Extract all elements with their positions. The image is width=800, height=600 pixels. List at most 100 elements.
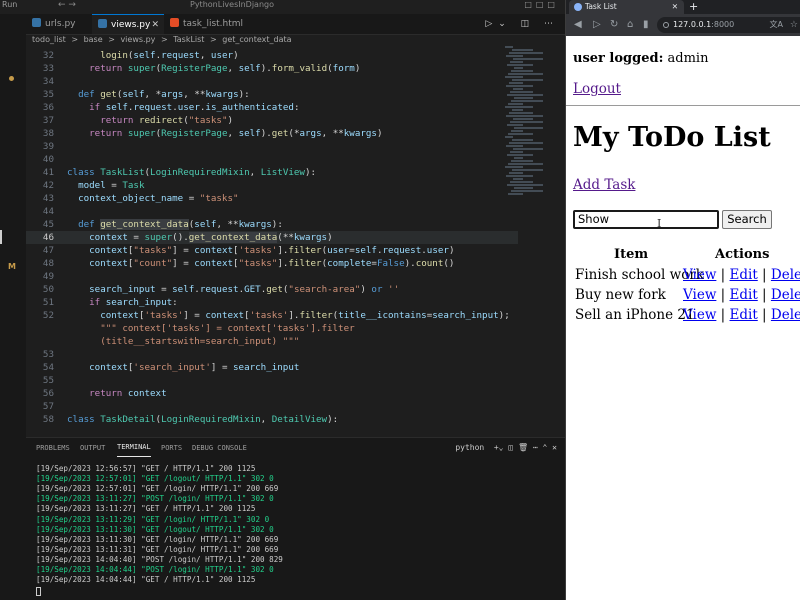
code-line[interactable]: 50 search_input = self.request.GET.get("… — [26, 283, 518, 296]
browser-navbar: ◀ ▷ ↻ ⌂ ▮ 127.0.0.1:8000 文A ☆ — [566, 14, 800, 36]
close-tab-icon[interactable]: ✕ — [151, 15, 159, 35]
address-bar[interactable]: 127.0.0.1:8000 文A ☆ — [657, 17, 800, 33]
line-number: 33 — [42, 63, 54, 74]
code-line[interactable]: 39 — [26, 140, 518, 153]
site-info-icon[interactable] — [663, 22, 669, 28]
terminal-actions: python +⌄ ◫ 🗑 ⋯ ⌃ ✕ — [455, 438, 557, 458]
tab-terminal[interactable]: TERMINAL — [117, 438, 151, 457]
tab-urls-py[interactable]: urls.py — [26, 14, 92, 34]
view-link[interactable]: View — [683, 267, 716, 283]
minimap-line — [514, 187, 533, 189]
minimap-line — [513, 88, 523, 90]
task-actions: View | Edit | Delete — [683, 307, 800, 323]
star-icon[interactable]: ☆ — [790, 17, 798, 33]
minimap-line — [508, 103, 523, 105]
breadcrumb-item[interactable]: get_context_data — [222, 35, 291, 44]
add-task-link[interactable]: Add Task — [573, 177, 635, 193]
line-number: 41 — [42, 167, 54, 178]
tab-debug-console[interactable]: DEBUG CONSOLE — [192, 438, 247, 458]
code-line[interactable]: 43 context_object_name = "tasks" — [26, 192, 518, 205]
activity-bar: M — [0, 14, 26, 600]
code-line[interactable]: 57 — [26, 400, 518, 413]
minimap-line — [512, 109, 523, 111]
breadcrumb-item[interactable]: base — [84, 35, 103, 44]
delete-link[interactable]: Delete — [771, 267, 800, 283]
editor-actions-icons[interactable]: ▷⌄ ◫ ⋯ — [485, 14, 559, 34]
code-line[interactable]: 52 context['tasks'] = context['tasks'].f… — [26, 309, 518, 322]
code-line[interactable]: 42 model = Task — [26, 179, 518, 192]
edit-link[interactable]: Edit — [730, 307, 758, 323]
code-line[interactable]: 44 — [26, 205, 518, 218]
code-text: return context — [89, 388, 167, 399]
new-tab-button[interactable]: + — [689, 0, 698, 14]
code-line[interactable]: 36 if self.request.user.is_authenticated… — [26, 101, 518, 114]
breadcrumb-item[interactable]: TaskList — [173, 35, 204, 44]
tab-ports[interactable]: PORTS — [161, 438, 182, 458]
code-line[interactable]: 41 class TaskList(LoginRequiredMixin, Lis… — [26, 166, 518, 179]
breadcrumb-item[interactable]: views.py — [120, 35, 155, 44]
code-line[interactable]: 40 — [26, 153, 518, 166]
view-link[interactable]: View — [683, 307, 716, 323]
tab-views-py[interactable]: views.py ✕ — [92, 14, 164, 34]
back-icon[interactable]: ◀ — [574, 14, 582, 36]
task-actions: View | Edit | Delete — [683, 287, 800, 303]
tab-task-list-html[interactable]: task_list.html — [164, 14, 254, 34]
code-line[interactable]: 48 context["count"] = context["tasks"].f… — [26, 257, 518, 270]
code-line[interactable]: 53 — [26, 348, 518, 361]
task-title: Buy new fork — [575, 287, 666, 303]
forward-icon[interactable]: ▷ — [593, 14, 601, 36]
code-line[interactable]: 37 return redirect("tasks") — [26, 114, 518, 127]
minimap-line — [511, 190, 543, 192]
view-link[interactable]: View — [683, 287, 716, 303]
run-menu[interactable]: Run — [2, 0, 17, 9]
terminal-controls-icons[interactable]: +⌄ ◫ 🗑 ⋯ ⌃ ✕ — [489, 443, 557, 452]
code-line[interactable]: 38 return super(RegisterPage, self).get(… — [26, 127, 518, 140]
code-line[interactable]: 35 def get(self, *args, **kwargs): — [26, 88, 518, 101]
code-text: model = Task — [78, 180, 145, 191]
tab-problems[interactable]: PROBLEMS — [36, 438, 70, 458]
breadcrumb-separator: > — [71, 35, 79, 44]
code-line[interactable]: 34 — [26, 75, 518, 88]
minimap-line — [511, 160, 533, 162]
nav-arrows-icon[interactable]: ← → — [58, 0, 76, 10]
search-button[interactable]: Search — [722, 210, 772, 229]
code-line[interactable]: 47 context["tasks"] = context['tasks'].f… — [26, 244, 518, 257]
delete-link[interactable]: Delete — [771, 307, 800, 323]
code-line[interactable]: 32 login(self.request, user) — [26, 49, 518, 62]
window-layout-icons[interactable]: □□□ — [524, 0, 559, 9]
vscode-titlebar: Run ← → PythonLivesInDjango □□□ — [0, 0, 565, 14]
code-line[interactable]: 33 return super(RegisterPage, self).form… — [26, 62, 518, 75]
code-line[interactable]: 51 if search_input: — [26, 296, 518, 309]
tab-output[interactable]: OUTPUT — [80, 438, 105, 458]
minimap[interactable] — [505, 46, 553, 196]
editor-scrollbar[interactable] — [555, 46, 563, 437]
code-line[interactable]: 46 context = super().get_context_data(**… — [26, 231, 518, 244]
bookmark-icon[interactable]: ▮ — [643, 14, 649, 36]
code-line[interactable]: 55 — [26, 374, 518, 387]
reload-icon[interactable]: ↻ — [610, 14, 618, 36]
breadcrumb-item[interactable]: todo_list — [32, 35, 66, 44]
terminal-shell-label[interactable]: python — [455, 443, 484, 452]
logout-link[interactable]: Logout — [573, 81, 621, 97]
code-line[interactable]: 56 return context — [26, 387, 518, 400]
edit-link[interactable]: Edit — [730, 267, 758, 283]
terminal-line: [19/Sep/2023 14:04:44] "POST /login/ HTT… — [36, 565, 274, 574]
code-line[interactable]: 45 def get_context_data(self, **kwargs): — [26, 218, 518, 231]
delete-link[interactable]: Delete — [771, 287, 800, 303]
home-icon[interactable]: ⌂ — [627, 14, 633, 36]
code-line[interactable]: 54 context['search_input'] = search_inpu… — [26, 361, 518, 374]
close-tab-icon[interactable]: ✕ — [672, 0, 678, 14]
minimap-line — [507, 94, 543, 96]
code-line[interactable]: (title__startswith=search_input) """ — [26, 335, 518, 348]
line-number: 38 — [42, 128, 54, 139]
code-editor[interactable]: 32 login(self.request, user) 33 return su… — [26, 46, 518, 437]
edit-link[interactable]: Edit — [730, 287, 758, 303]
browser-tab[interactable]: Task List ✕ — [569, 0, 684, 14]
translate-icon[interactable]: 文A — [770, 17, 783, 33]
code-line[interactable]: 58 class TaskDetail(LoginRequiredMixin, D… — [26, 413, 518, 426]
code-line[interactable]: """ context['tasks'] = context['tasks'].… — [26, 322, 518, 335]
command-center[interactable]: PythonLivesInDjango — [190, 0, 274, 9]
search-input[interactable]: Show — [573, 210, 719, 229]
code-line[interactable]: 49 — [26, 270, 518, 283]
terminal-line: [19/Sep/2023 13:11:27] "POST /login/ HTT… — [36, 494, 274, 504]
